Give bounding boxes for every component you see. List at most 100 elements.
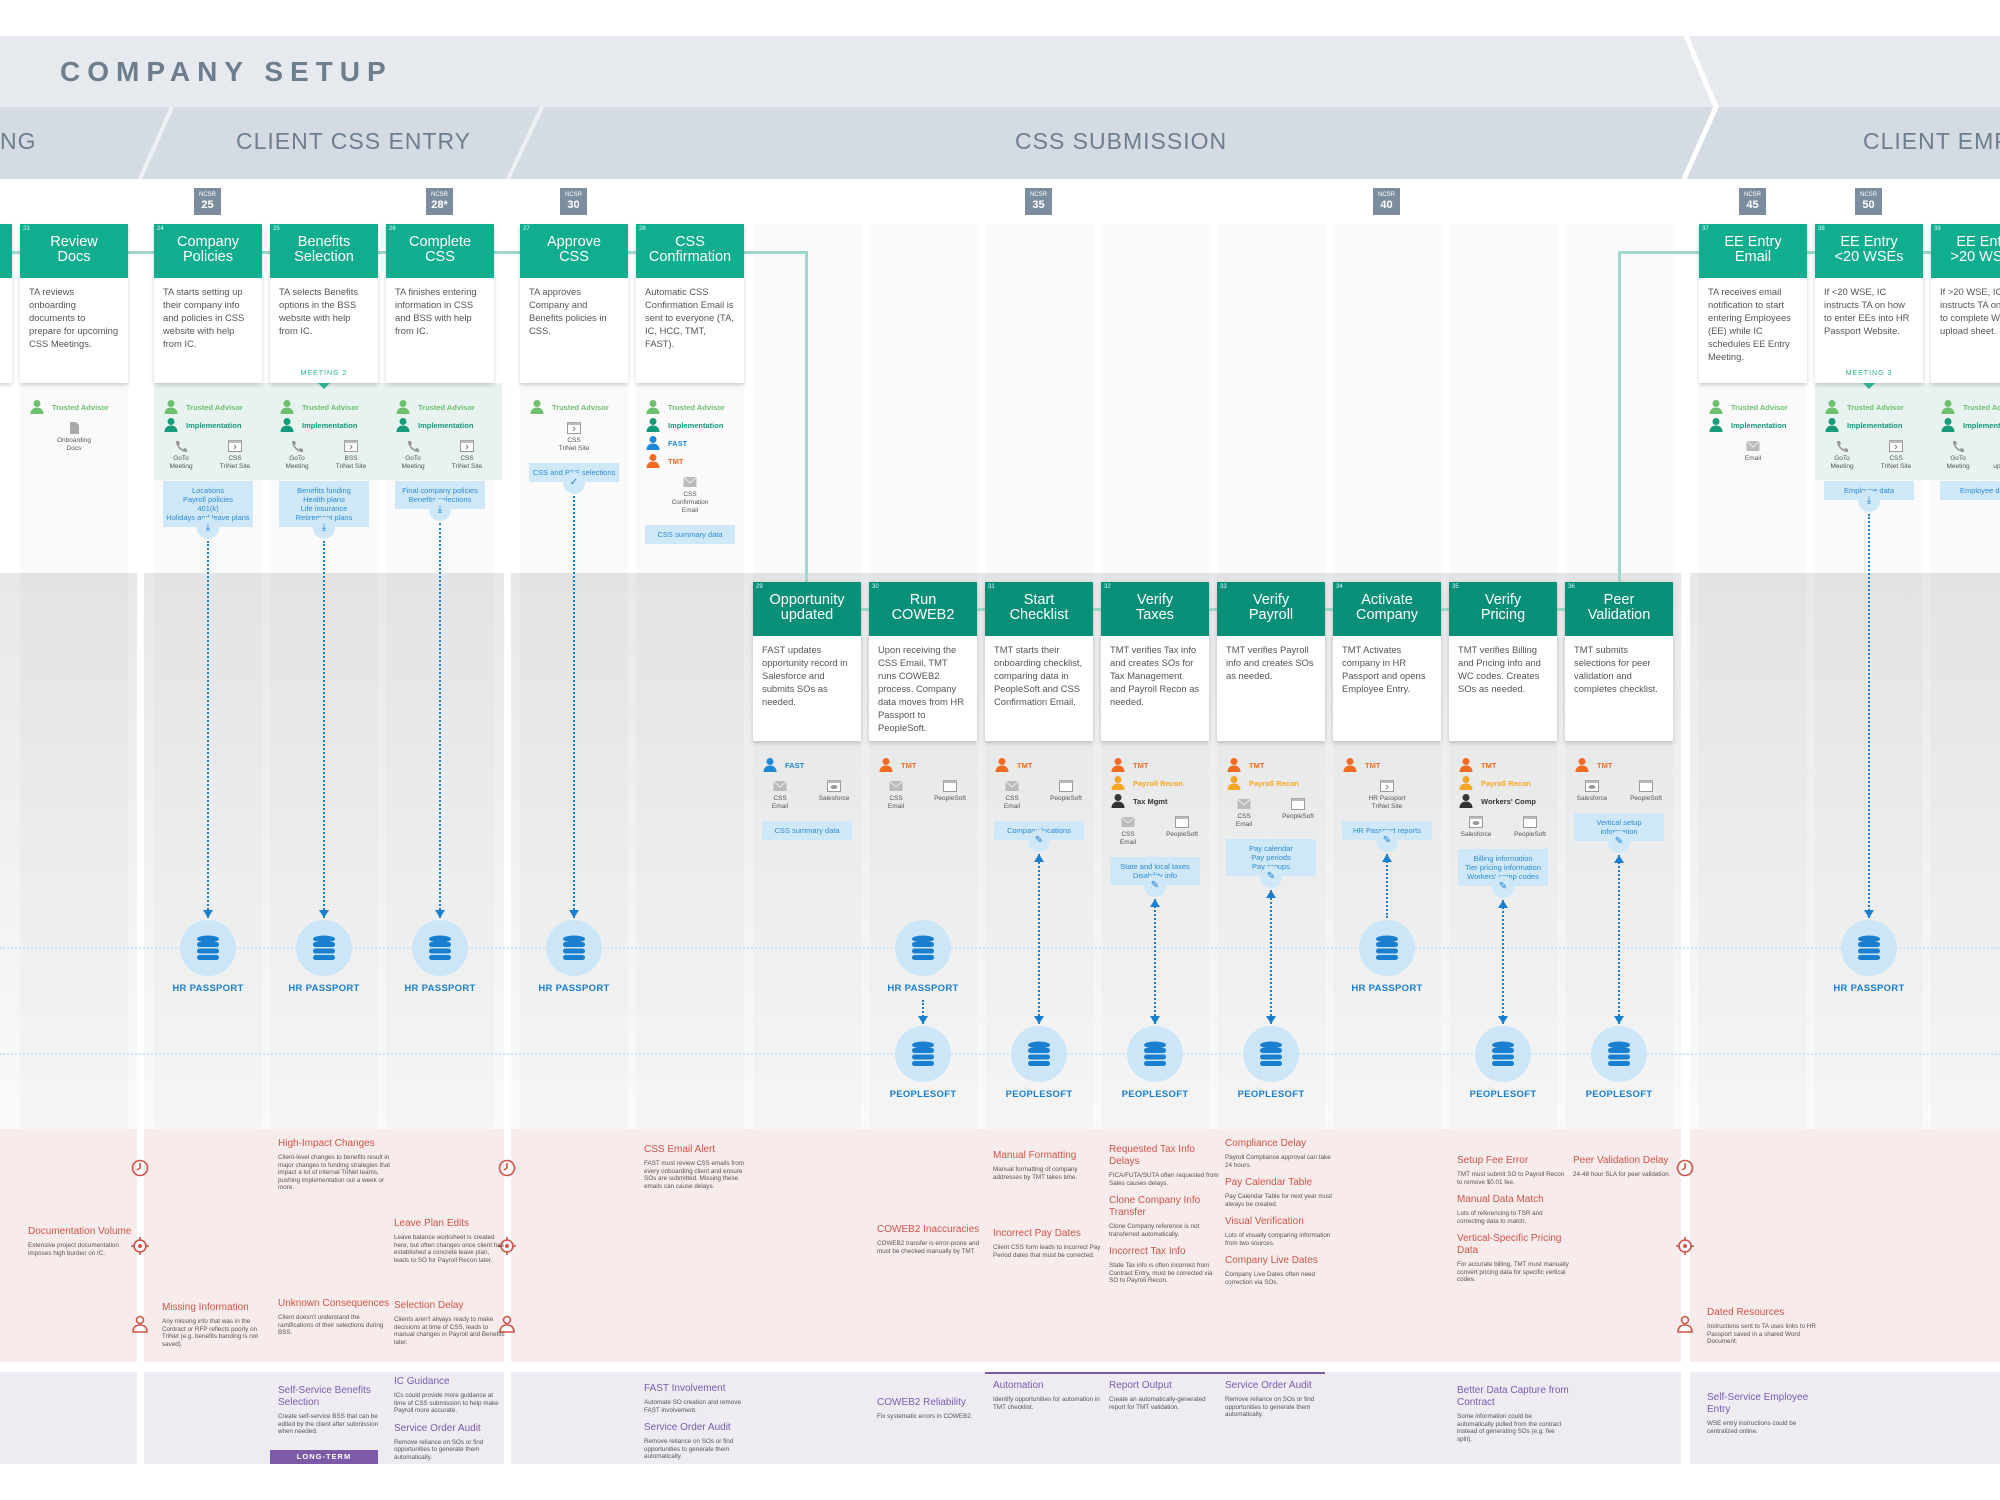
person-icon — [1459, 757, 1481, 774]
role-impl: Implementation — [636, 416, 744, 434]
journey-map: COMPANY SETUP NG CLIENT CSS ENTRY CSS SU… — [0, 0, 2000, 1500]
opportunity-group: FAST Involvement Automate SO creation and… — [644, 1383, 756, 1469]
step-card[interactable]: 24 Company Policies TA starts setting up t… — [154, 224, 262, 383]
opportunity: Self-Service Employee Entry WSE entry ins… — [1707, 1392, 1819, 1435]
step-card[interactable]: 28 CSS Confirmation Automatic CSS Confirma… — [636, 224, 744, 383]
step-card[interactable]: 34 Activate Company TMT Activates company … — [1333, 582, 1441, 741]
step-description: TMT submits selections for peer validati… — [1574, 644, 1658, 694]
step-card[interactable]: 37 EE Entry Email TA receives email notifi… — [1699, 224, 1807, 383]
role-label: Payroll Recon — [1249, 778, 1300, 788]
step-card-header: 29 Opportunity updated — [753, 582, 861, 636]
role-label: Implementation — [1847, 420, 1903, 430]
step-card[interactable]: 32 Verify Taxes TMT verifies Tax info and … — [1101, 582, 1209, 741]
tool-item: PeopleSoft — [930, 780, 970, 811]
edit-icon[interactable]: ✎ — [1376, 830, 1398, 852]
step-description: TMT verifies Payroll info and creates SO… — [1226, 644, 1314, 681]
role-ta: Trusted Advisor — [270, 398, 378, 416]
edit-icon[interactable]: ✎ — [1260, 866, 1282, 888]
email-icon — [1108, 816, 1148, 828]
subphase-label: CSS SUBMISSION — [1015, 128, 1228, 154]
arrow-down-icon — [1614, 1016, 1624, 1024]
step-card[interactable]: 26 Complete CSS TA finishes entering infor… — [386, 224, 494, 383]
pain-point-title: Dated Resources — [1707, 1307, 1785, 1318]
edit-icon[interactable]: ✎ — [1492, 876, 1514, 898]
role-label: TMT — [1249, 760, 1265, 770]
person-icon — [164, 417, 186, 434]
opportunity: Automation Identify opportunities for aut… — [993, 1380, 1105, 1411]
tools-row: Onboarding Docs — [20, 422, 128, 453]
person-icon — [879, 757, 901, 774]
edit-icon[interactable]: ✎ — [1028, 830, 1050, 852]
browser-icon — [554, 422, 594, 434]
step-card[interactable]: 39 EE Entry >20 WSEs If >20 WSE, IC instru… — [1931, 224, 2000, 383]
data-box: Vertical setup information✎ — [1574, 813, 1664, 853]
ncsr-value: 25 — [201, 199, 214, 211]
check-icon[interactable]: ✓ — [563, 472, 585, 494]
step-card-header: 37 EE Entry Email — [1699, 224, 1807, 278]
opportunity-group: Automation Identify opportunities for aut… — [993, 1380, 1105, 1419]
person-icon — [396, 399, 418, 416]
step-card[interactable]: 31 Start Checklist TMT starts their onboar… — [985, 582, 1093, 741]
hr-passport-label: HR PASSPORT — [887, 983, 959, 994]
tool-item: CSS TriNet Site — [1876, 440, 1916, 471]
step-card[interactable]: 30 Run COWEB2 Upon receiving the CSS Email… — [869, 582, 977, 741]
opportunity-desc: WSE entry instructions could be centrali… — [1707, 1420, 1797, 1435]
opportunity-title: Report Output — [1109, 1380, 1172, 1391]
step-description: TA receives email notification to start … — [1708, 286, 1791, 362]
pain-point-desc: Payroll Compliance approval can take 24 … — [1225, 1154, 1331, 1169]
step-card[interactable]: 33 Verify Payroll TMT verifies Payroll inf… — [1217, 582, 1325, 741]
step-number: 26 — [389, 226, 396, 232]
step-card[interactable]: 38 EE Entry <20 WSEs If <20 WSE, IC instru… — [1815, 224, 1923, 389]
step-card[interactable]: 23 Review Docs TA reviews onboarding docum… — [20, 224, 128, 383]
opportunity-desc: Automate SO creation and remove FAST inv… — [644, 1399, 741, 1414]
window-icon — [930, 780, 970, 792]
download-icon[interactable]: ⤓ — [197, 517, 219, 539]
section-divider — [1681, 179, 1690, 1500]
step-card[interactable]: 25 Benefits Selection TA selects Benefits … — [270, 224, 378, 389]
role-label: Trusted Advisor — [1847, 402, 1904, 412]
data-box: CSS summary data — [645, 525, 735, 544]
arrow-down-icon — [203, 910, 213, 918]
role-tmt: TMT — [1449, 756, 1557, 774]
step-roles-tools: TMT Payroll Recon CSS Email PeopleSoft Pay c… — [1217, 756, 1325, 890]
pain-point-title: Compliance Delay — [1225, 1138, 1307, 1149]
dotted-flow-line — [1868, 514, 1870, 918]
edit-icon[interactable]: ✎ — [1608, 831, 1630, 853]
step-title: Verify Pricing — [1480, 592, 1526, 623]
role-label: FAST — [785, 760, 805, 770]
tool-label: GoTo Meeting — [169, 455, 193, 470]
role-label: TMT — [1365, 760, 1381, 770]
arrow-up-icon — [1498, 900, 1508, 908]
step-card[interactable]: 27 Approve CSS TA approves Company and Ben… — [520, 224, 628, 383]
tools-row: Salesforce PeopleSoft — [1449, 816, 1557, 839]
window-icon — [1162, 816, 1202, 828]
tool-item: PeopleSoft — [1046, 780, 1086, 811]
step-roles-tools: Trusted Advisor Implementation GoTo Meetin… — [386, 398, 494, 523]
person-icon — [1941, 399, 1963, 416]
peoplesoft-database-icon — [1475, 1026, 1531, 1082]
step-description: Automatic CSS Confirmation Email is sent… — [645, 286, 734, 349]
download-icon[interactable]: ⤓ — [429, 499, 451, 521]
hr-passport-label: HR PASSPORT — [404, 983, 476, 994]
flow-connector — [805, 251, 808, 582]
role-label: Implementation — [418, 420, 474, 430]
download-icon[interactable]: ⤓ — [313, 517, 335, 539]
tool-label: WSE upload sheet — [1993, 463, 2000, 470]
phone-icon — [393, 440, 433, 452]
person-icon — [131, 1315, 149, 1333]
hr-passport-database-icon — [1841, 920, 1897, 976]
tool-label: PeopleSoft — [1514, 831, 1546, 838]
pain-point-group: Requested Tax Info Delays FICA/FUTA/SUTA … — [1109, 1144, 1221, 1293]
pain-point: Documentation Volume Extensive project do… — [28, 1226, 140, 1257]
step-card[interactable]: 29 Opportunity updated FAST updates opport… — [753, 582, 861, 741]
step-card[interactable]: 35 Verify Pricing TMT verifies Billing and… — [1449, 582, 1557, 741]
edit-icon[interactable]: ✎ — [1144, 875, 1166, 897]
role-ta: Trusted Advisor — [520, 398, 628, 416]
data-box: HR Passport reports✎ — [1342, 821, 1432, 852]
step-number: 36 — [1568, 584, 1575, 590]
download-icon[interactable]: ⤓ — [1858, 490, 1880, 512]
tool-item: GoTo Meeting — [1822, 440, 1862, 471]
tool-item: HR Passport TriNet Site — [1367, 780, 1407, 811]
pain-point-desc: Lots of visually comparing information f… — [1225, 1232, 1331, 1247]
step-card[interactable]: 36 Peer Validation TMT submits selections … — [1565, 582, 1673, 741]
